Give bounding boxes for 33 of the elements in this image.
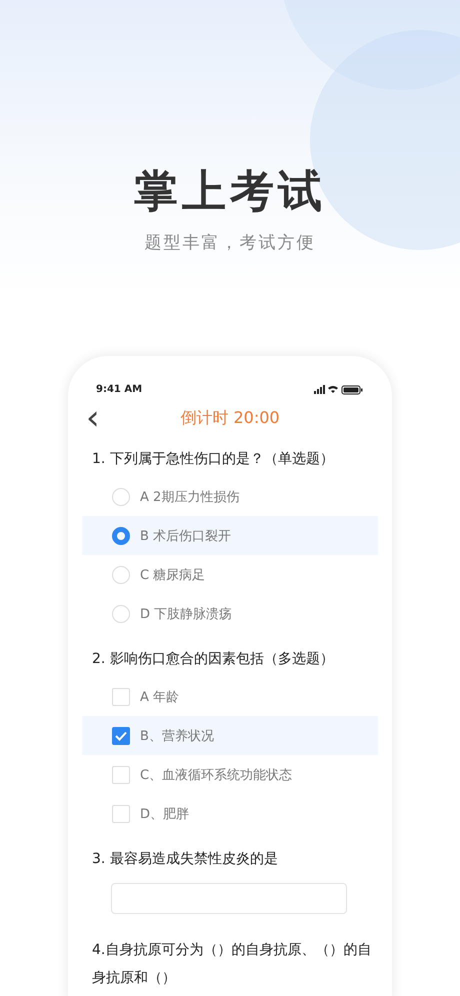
- answer-option[interactable]: B、营养状况: [82, 716, 378, 755]
- question-title: 3. 最容易造成失禁性皮炎的是: [91, 850, 279, 869]
- answer-option[interactable]: D、肥胖: [82, 794, 378, 833]
- answer-option[interactable]: B 术后伤口裂开: [82, 516, 378, 555]
- checkbox[interactable]: [112, 688, 130, 706]
- answer-option[interactable]: A 年龄: [82, 677, 378, 716]
- question-title: 4.自身抗原可分为（）的自身抗原、（）的自身抗原和（）: [91, 941, 372, 988]
- radio-button[interactable]: [112, 526, 130, 544]
- option-label: A 2期压力性损伤: [140, 488, 240, 506]
- status-time: 9:41 AM: [96, 384, 142, 395]
- option-label: D、肥胖: [140, 806, 190, 822]
- answer-option[interactable]: D 下肢静脉溃疡: [82, 594, 378, 633]
- option-label: B 术后伤口裂开: [140, 528, 232, 544]
- checkbox[interactable]: [112, 766, 130, 784]
- hero-title: 掌上考试: [134, 165, 326, 219]
- option-label: B、营养状况: [140, 728, 214, 744]
- option-label: A 年龄: [140, 688, 180, 706]
- back-button[interactable]: ‹: [86, 403, 100, 433]
- option-label: C 糖尿病足: [140, 566, 206, 584]
- option-label: D 下肢静脉溃疡: [140, 606, 232, 622]
- option-label: C、血液循环系统功能状态: [140, 766, 292, 784]
- answer-option[interactable]: C、血液循环系统功能状态: [82, 755, 378, 794]
- hero-subtitle: 题型丰富，考试方便: [144, 232, 316, 254]
- answer-field[interactable]: [111, 883, 347, 914]
- question-title: 2. 影响伤口愈合的因素包括（多选题）: [91, 650, 335, 669]
- answer-option[interactable]: A 2期压力性损伤: [82, 477, 378, 516]
- checkbox[interactable]: [112, 726, 130, 744]
- question-title: 1. 下列属于急性伤口的是？（单选题）: [91, 450, 335, 469]
- answer-option[interactable]: C 糖尿病足: [82, 555, 378, 594]
- checkbox[interactable]: [112, 804, 130, 822]
- countdown-title: 倒计时 20:00: [180, 408, 280, 428]
- check-icon: [115, 730, 127, 740]
- status-icons-icon: [314, 384, 364, 394]
